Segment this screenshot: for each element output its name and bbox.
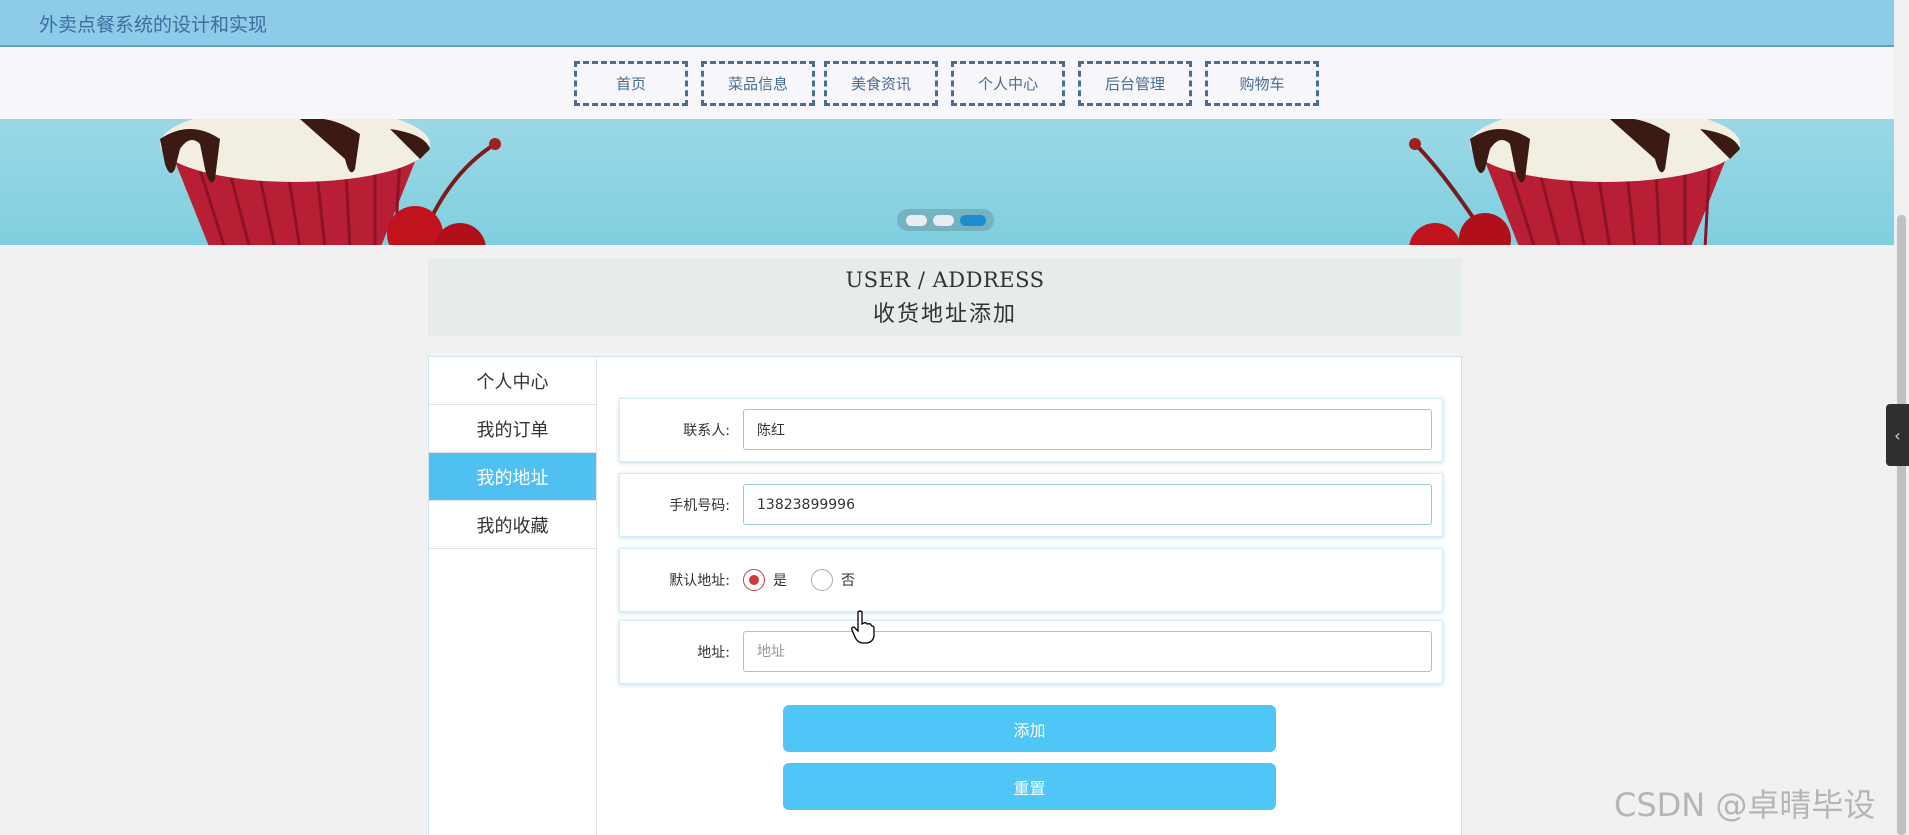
carousel-dot-1[interactable] <box>905 214 927 226</box>
default-address-row: 默认地址: 是 否 <box>619 548 1443 612</box>
sidebar-item-favorites[interactable]: 我的收藏 <box>429 501 596 549</box>
banner-carousel[interactable] <box>0 119 1894 245</box>
radio-no-circle[interactable] <box>811 569 833 591</box>
default-address-label: 默认地址: <box>669 573 730 589</box>
address-row: 地址: <box>619 620 1443 684</box>
address-input[interactable] <box>743 631 1432 672</box>
sidebar-item-user-center[interactable]: 个人中心 <box>429 357 596 405</box>
watermark: CSDN @卓晴毕设 <box>1614 786 1876 824</box>
contact-input[interactable] <box>743 409 1432 450</box>
cupcake-image-right <box>1409 119 1740 245</box>
sidebar-item-addresses[interactable]: 我的地址 <box>429 453 596 501</box>
cupcake-image <box>160 119 501 245</box>
contact-row: 联系人: <box>619 398 1443 462</box>
address-card: 个人中心 我的订单 我的地址 我的收藏 联系人: 手机号码: 默认地址: 是 否… <box>428 356 1462 835</box>
site-title: 外卖点餐系统的设计和实现 <box>39 14 268 36</box>
nav-admin[interactable]: 后台管理 <box>1078 61 1192 106</box>
contact-label: 联系人: <box>683 423 730 439</box>
hand-cursor-icon <box>851 610 875 644</box>
phone-row: 手机号码: <box>619 473 1443 537</box>
phone-label: 手机号码: <box>669 498 730 514</box>
add-button[interactable]: 添加 <box>783 705 1276 752</box>
nav-home[interactable]: 首页 <box>574 61 688 106</box>
nav-dishes[interactable]: 菜品信息 <box>701 61 815 106</box>
heading-en: USER / ADDRESS <box>845 268 1045 292</box>
scrollbar-thumb[interactable] <box>1897 215 1906 835</box>
radio-no-label: 否 <box>841 573 855 589</box>
carousel-dot-3[interactable] <box>959 214 986 226</box>
top-header: 外卖点餐系统的设计和实现 <box>0 0 1894 47</box>
nav-food-news[interactable]: 美食资讯 <box>824 61 938 106</box>
radio-yes[interactable]: 是 <box>743 569 787 591</box>
user-sidebar: 个人中心 我的订单 我的地址 我的收藏 <box>429 357 597 835</box>
address-label: 地址: <box>697 645 730 661</box>
nav-user-center[interactable]: 个人中心 <box>951 61 1065 106</box>
radio-no[interactable]: 否 <box>811 569 855 591</box>
section-heading: USER / ADDRESS 收货地址添加 <box>428 258 1462 336</box>
phone-input[interactable] <box>743 484 1432 525</box>
reset-button[interactable]: 重置 <box>783 763 1276 810</box>
nav-cart[interactable]: 购物车 <box>1205 61 1319 106</box>
carousel-indicators <box>897 209 994 231</box>
chevron-left-icon[interactable]: ‹ <box>1886 404 1909 466</box>
radio-yes-circle[interactable] <box>743 569 765 591</box>
sidebar-item-orders[interactable]: 我的订单 <box>429 405 596 453</box>
radio-yes-label: 是 <box>773 573 787 589</box>
carousel-dot-2[interactable] <box>932 214 954 226</box>
default-address-radio-group: 是 否 <box>743 549 855 611</box>
page-title: 收货地址添加 <box>872 302 1017 327</box>
main-nav: 首页 菜品信息 美食资讯 个人中心 后台管理 购物车 <box>0 47 1894 119</box>
